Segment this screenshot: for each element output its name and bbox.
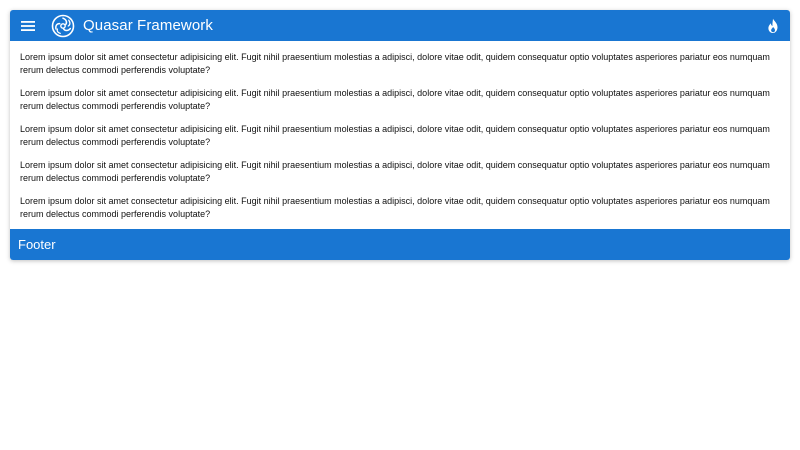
lorem-paragraph-4: Lorem ipsum dolor sit amet consectetur a… [20, 160, 770, 183]
menu-icon [21, 20, 35, 31]
quasar-logo [50, 13, 76, 39]
quasar-logo-icon [51, 14, 75, 37]
lorem-paragraph-1: Lorem ipsum dolor sit amet consectetur a… [20, 52, 770, 75]
lorem-paragraph-3: Lorem ipsum dolor sit amet consectetur a… [20, 124, 770, 147]
fire-icon [768, 18, 778, 33]
menu-button[interactable] [20, 18, 36, 34]
page-content: Lorem ipsum dolor sit amet consectetur a… [10, 41, 790, 229]
app-title: Quasar Framework [83, 17, 213, 34]
footer-label: Footer [18, 237, 56, 252]
fire-button[interactable] [764, 17, 782, 35]
lorem-paragraph-5: Lorem ipsum dolor sit amet consectetur a… [20, 196, 770, 219]
app-frame: Quasar Framework Lorem ipsum dolor sit a… [10, 10, 790, 260]
footer-toolbar: Footer [10, 229, 790, 260]
lorem-paragraph-2: Lorem ipsum dolor sit amet consectetur a… [20, 88, 770, 111]
header-toolbar: Quasar Framework [10, 10, 790, 41]
